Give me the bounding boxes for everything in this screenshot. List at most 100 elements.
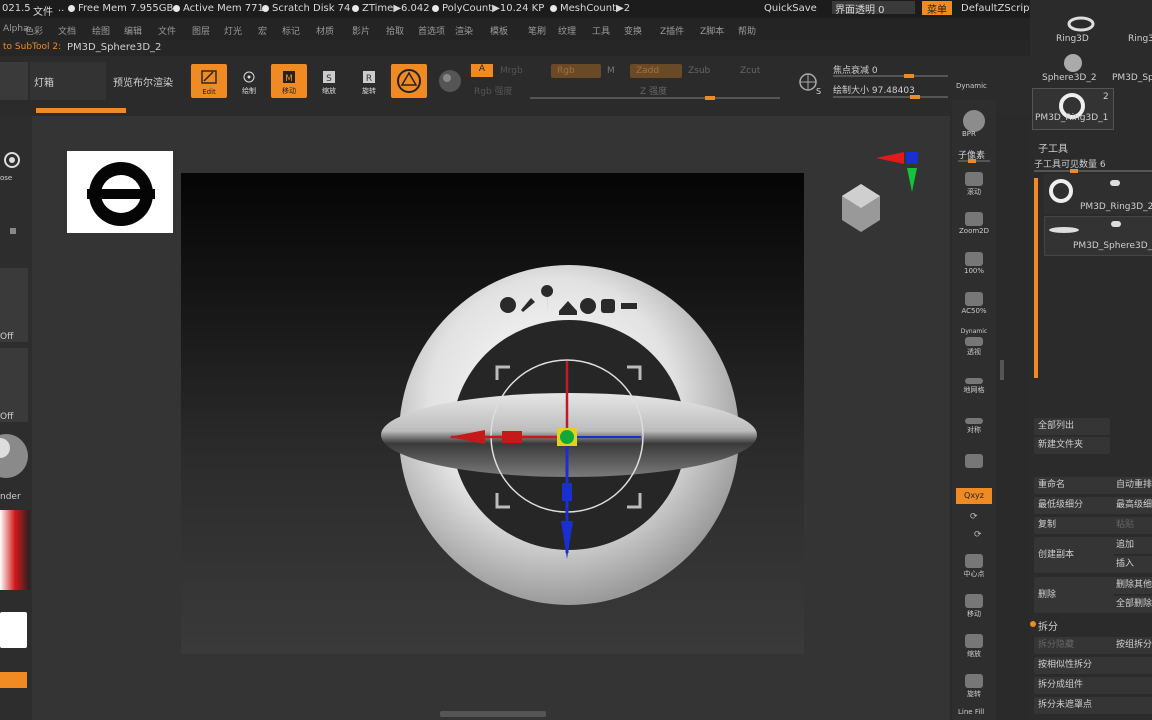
interface-transparency-slider[interactable]: 界面透明 0 bbox=[832, 1, 915, 16]
subtool-eye-icon[interactable] bbox=[1111, 221, 1121, 227]
menu-item-5[interactable]: 文件 bbox=[158, 24, 176, 37]
gizmo-x-scale-icon[interactable] bbox=[502, 431, 522, 443]
brush-ring-icon[interactable] bbox=[2, 150, 22, 170]
y-rotate-toggle-icon[interactable]: ⟳ bbox=[970, 512, 978, 522]
z-strength-track[interactable] bbox=[650, 97, 780, 99]
color-picker[interactable] bbox=[0, 510, 30, 590]
default-zscript[interactable]: DefaultZScript bbox=[961, 3, 1033, 14]
subpixel-knob[interactable] bbox=[968, 159, 976, 163]
linefill-button[interactable]: Line Fill bbox=[958, 708, 984, 716]
draw-button[interactable]: 绘制 bbox=[231, 64, 267, 98]
visible-count-knob[interactable] bbox=[1070, 169, 1078, 173]
split-unmasked-button[interactable]: 拆分未遮罩点 bbox=[1034, 697, 1152, 714]
navigation-thumbnail[interactable] bbox=[67, 151, 173, 233]
rotate-view-button[interactable]: 旋转 bbox=[958, 672, 990, 702]
split-expand-icon[interactable] bbox=[1030, 621, 1036, 627]
menu-button[interactable]: 菜单 bbox=[922, 1, 952, 16]
new-folder-button[interactable]: 新建文件夹 bbox=[1034, 437, 1110, 454]
menu-item-13[interactable]: 首选项 bbox=[418, 24, 445, 37]
alpha-slot[interactable] bbox=[0, 268, 28, 342]
highest-subdiv-button[interactable]: 最高级细分 bbox=[1112, 497, 1152, 514]
zcut-button[interactable]: Zcut bbox=[740, 66, 760, 76]
split-hidden-button[interactable]: 拆分隐藏 bbox=[1034, 637, 1114, 654]
menu-item-14[interactable]: 渲染 bbox=[455, 24, 473, 37]
floor-grid-button[interactable]: 地网格 bbox=[958, 376, 990, 406]
document-canvas[interactable] bbox=[181, 173, 804, 654]
scale-button[interactable]: S 缩放 bbox=[311, 64, 347, 98]
active-tool-slot[interactable]: PM3D_Ring3D_1 2 bbox=[1032, 88, 1114, 130]
sphere3d-tool-icon[interactable] bbox=[1062, 52, 1084, 74]
rgb-button[interactable]: Rgb bbox=[551, 64, 601, 78]
focal-shift-track[interactable] bbox=[833, 75, 948, 77]
rgb-strength-slider[interactable]: Rgb 强度 bbox=[474, 84, 513, 97]
main-color-swatch[interactable] bbox=[0, 612, 27, 648]
draw-size-track[interactable] bbox=[833, 96, 948, 98]
menu-item-9[interactable]: 标记 bbox=[282, 24, 300, 37]
z-strength-slider[interactable]: Z 强度 bbox=[640, 84, 667, 97]
zsub-button[interactable]: Zsub bbox=[688, 66, 710, 76]
frame-button[interactable]: 中心点 bbox=[958, 552, 990, 582]
delete-button[interactable]: 删除 bbox=[1034, 577, 1114, 613]
menu-item-19[interactable]: 变换 bbox=[624, 24, 642, 37]
append-button[interactable]: 追加 bbox=[1112, 537, 1152, 554]
mrgb-button[interactable]: Mrgb bbox=[500, 66, 523, 76]
tool-item-pm3d-sp[interactable]: PM3D_Sp bbox=[1112, 73, 1152, 83]
lowest-subdiv-button[interactable]: 最低级细分 bbox=[1034, 497, 1114, 514]
xyz-button[interactable]: Qxyz bbox=[956, 488, 992, 504]
split-by-group-button[interactable]: 按组拆分 bbox=[1112, 637, 1152, 654]
menu-item-3[interactable]: 绘图 bbox=[92, 24, 110, 37]
menu-item-4[interactable]: 编辑 bbox=[124, 24, 142, 37]
menu-item-20[interactable]: Z插件 bbox=[660, 24, 684, 37]
zadd-button[interactable]: Zadd bbox=[630, 64, 682, 78]
subtool-item-sphere[interactable]: PM3D_Sphere3D_2 bbox=[1044, 216, 1152, 256]
delete-all-button[interactable]: 全部删除 bbox=[1112, 596, 1152, 613]
list-all-button[interactable]: 全部列出 bbox=[1034, 418, 1110, 435]
bpr-button[interactable]: BPR bbox=[958, 108, 990, 138]
draw-size-slider[interactable]: 绘制大小 97.48403 bbox=[833, 83, 915, 96]
ac50-button[interactable]: AC50% bbox=[958, 290, 990, 320]
a-button[interactable]: A bbox=[471, 64, 493, 77]
rename-button[interactable]: 重命名 bbox=[1034, 477, 1114, 494]
create-copy-button[interactable]: 创建副本 bbox=[1034, 537, 1114, 573]
paste-button[interactable]: 粘贴 bbox=[1112, 517, 1152, 534]
menu-item-18[interactable]: 工具 bbox=[592, 24, 610, 37]
symmetry-button[interactable]: 对称 bbox=[958, 416, 990, 446]
z-strength-knob[interactable] bbox=[705, 96, 715, 100]
move-button[interactable]: M 移动 bbox=[271, 64, 307, 98]
subtool-header[interactable]: 子工具 bbox=[1038, 140, 1068, 155]
menu-item-10[interactable]: 材质 bbox=[316, 24, 334, 37]
lightbox-button[interactable]: 灯箱 bbox=[30, 62, 106, 100]
z-rotate-toggle-icon[interactable]: ⟳ bbox=[974, 530, 982, 540]
perspective-button[interactable]: Dynamic 透视 bbox=[958, 328, 990, 358]
spotlight-icon[interactable]: S bbox=[796, 70, 822, 96]
gizmo-z-scale-icon[interactable] bbox=[562, 483, 572, 501]
menu-item-11[interactable]: 影片 bbox=[352, 24, 370, 37]
menu-item-12[interactable]: 拾取 bbox=[386, 24, 404, 37]
menu-item-1[interactable]: 色彩 bbox=[25, 24, 43, 37]
insert-button[interactable]: 插入 bbox=[1112, 556, 1152, 573]
menu-item-8[interactable]: 宏 bbox=[258, 24, 267, 37]
menu-item-22[interactable]: 帮助 bbox=[738, 24, 756, 37]
rotate-button[interactable]: R 旋转 bbox=[351, 64, 387, 98]
preview-render-button[interactable]: 预览布尔渲染 bbox=[113, 74, 173, 89]
actual-size-button[interactable]: 100% bbox=[958, 250, 990, 280]
quicksave-button[interactable]: QuickSave bbox=[764, 3, 817, 14]
menu-item-2[interactable]: 文档 bbox=[58, 24, 76, 37]
stroke-icon[interactable] bbox=[10, 228, 16, 234]
bottom-shelf-handle[interactable] bbox=[440, 711, 546, 717]
menu-item-15[interactable]: 模板 bbox=[490, 24, 508, 37]
menu-item-21[interactable]: Z脚本 bbox=[700, 24, 724, 37]
delete-other-button[interactable]: 删除其他 bbox=[1112, 577, 1152, 594]
material-sphere-icon[interactable] bbox=[0, 428, 28, 488]
copy-button[interactable]: 复制 bbox=[1034, 517, 1114, 534]
m-button[interactable]: M bbox=[607, 66, 615, 76]
menu-item-16[interactable]: 笔刷 bbox=[528, 24, 546, 37]
zoom2d-button[interactable]: Zoom2D bbox=[958, 210, 990, 240]
split-header[interactable]: 拆分 bbox=[1038, 618, 1058, 633]
texture-slot[interactable] bbox=[0, 348, 28, 422]
subtool-item-ring[interactable]: PM3D_Ring3D_2 bbox=[1044, 174, 1152, 214]
zoom3d-button[interactable]: 缩放 bbox=[958, 632, 990, 662]
focal-shift-knob[interactable] bbox=[904, 74, 914, 78]
scroll-button[interactable]: 滚动 bbox=[958, 170, 990, 200]
shelf-scrollbar[interactable] bbox=[1000, 360, 1004, 380]
